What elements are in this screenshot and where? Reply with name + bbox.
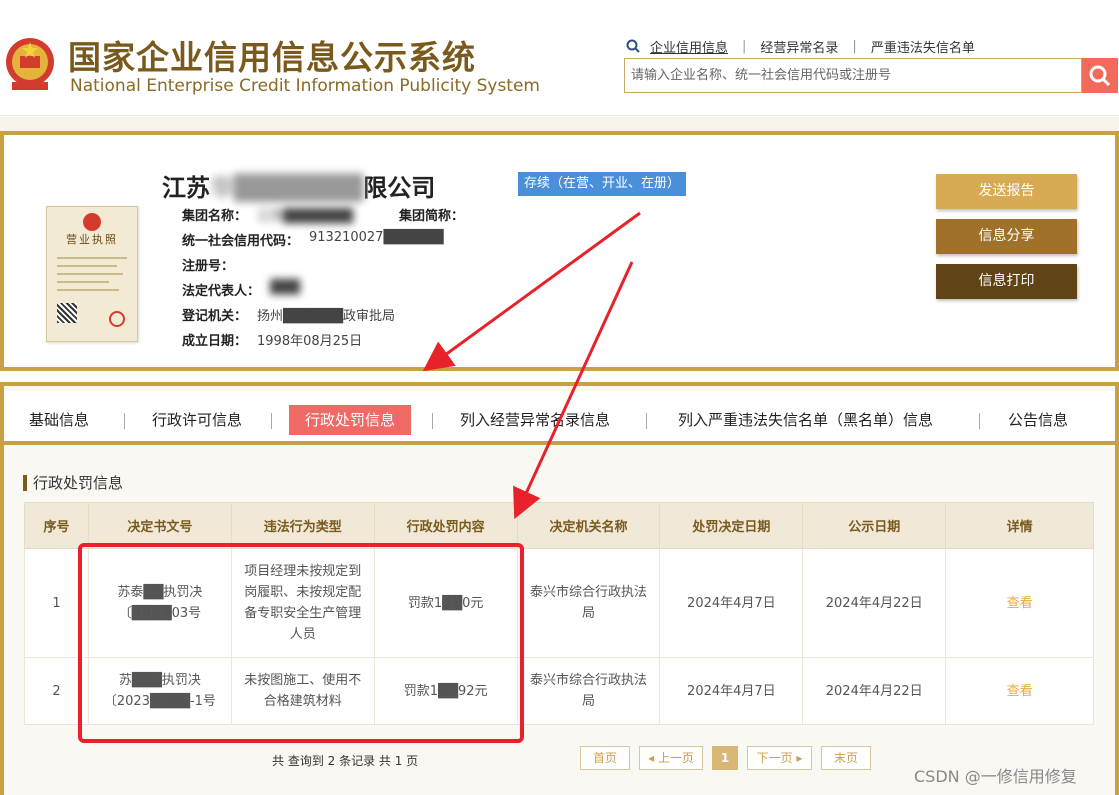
redacted-text: 华███████ xyxy=(210,174,364,202)
tab-abnormal-list[interactable]: 列入经营异常名录信息 xyxy=(460,405,610,435)
col-header: 详情 xyxy=(945,502,1094,549)
print-info-button[interactable]: 信息打印 xyxy=(936,264,1077,299)
cell-decision-date: 2024年4月7日 xyxy=(659,657,804,725)
info-label: 成立日期： xyxy=(182,334,248,349)
search-icon xyxy=(626,39,640,53)
section-spacer xyxy=(0,371,1119,382)
info-label: 集团简称： xyxy=(399,209,465,224)
license-text-line xyxy=(57,265,117,267)
first-page-button[interactable]: 首页 xyxy=(580,746,630,770)
tab-divider xyxy=(432,413,433,429)
system-title: 国家企业信用信息公示系统 xyxy=(68,38,476,77)
annotation-highlight-box xyxy=(78,543,524,743)
prev-page-button[interactable]: ◂ 上一页 xyxy=(639,746,703,770)
status-badge: 存续（在营、开业、在册） xyxy=(518,172,687,196)
cell-publish-date: 2024年4月22日 xyxy=(802,657,947,725)
share-info-button[interactable]: 信息分享 xyxy=(936,219,1077,254)
tab-divider xyxy=(124,413,125,429)
tab-blacklist[interactable]: 列入严重违法失信名单（黑名单）信息 xyxy=(678,405,933,435)
link-divider: | xyxy=(852,38,857,54)
info-label: 法定代表人： xyxy=(182,284,261,299)
cell-publish-date: 2024年4月22日 xyxy=(802,548,947,658)
info-label: 注册号： xyxy=(182,259,235,274)
col-header: 序号 xyxy=(24,502,89,549)
watermark: CSDN @一修信用修复 xyxy=(914,767,1077,786)
license-text-line xyxy=(57,257,127,259)
license-text-line xyxy=(57,281,109,283)
national-emblem-icon xyxy=(6,38,54,90)
tab-divider xyxy=(271,413,272,429)
link-serious-violation-list[interactable]: 严重违法失信名单 xyxy=(871,37,975,56)
col-header: 决定书文号 xyxy=(87,502,232,549)
last-page-button[interactable]: 末页 xyxy=(821,746,871,770)
tab-basic-info[interactable]: 基础信息 xyxy=(29,405,89,435)
col-header: 行政处罚内容 xyxy=(373,502,518,549)
view-detail-link[interactable]: 查看 xyxy=(1007,684,1033,699)
search-icon xyxy=(1089,65,1111,86)
records-summary: 共 查询到 2 条记录 共 1 页 xyxy=(272,754,419,768)
view-detail-link[interactable]: 查看 xyxy=(1007,596,1033,611)
company-card: 营业执照 江苏华███████限公司 存续（在营、开业、在册） 集团名称： 江苏… xyxy=(0,131,1119,371)
tab-announcements[interactable]: 公告信息 xyxy=(1008,405,1068,435)
business-license-image[interactable]: 营业执照 xyxy=(46,206,138,342)
next-page-button[interactable]: 下一页 ▸ xyxy=(747,746,812,770)
link-abnormal-list[interactable]: 经营异常名录 xyxy=(760,37,838,56)
cell-decision-date: 2024年4月7日 xyxy=(659,548,804,658)
cell-detail: 查看 xyxy=(945,548,1094,658)
search-box xyxy=(624,58,1082,93)
info-registration-authority: 登记机关： 扬州██████政审批局 xyxy=(182,305,395,324)
col-header: 处罚决定日期 xyxy=(659,502,804,549)
info-value: 913210027██████ xyxy=(309,230,444,245)
col-header: 公示日期 xyxy=(802,502,947,549)
tab-bar: 基础信息 行政许可信息 行政处罚信息 列入经营异常名录信息 列入严重违法失信名单… xyxy=(4,391,1115,445)
current-page-button[interactable]: 1 xyxy=(712,746,738,770)
info-label: 登记机关： xyxy=(182,309,248,324)
info-value: 扬州██████政审批局 xyxy=(257,309,396,324)
search-input[interactable] xyxy=(625,59,1081,92)
license-title: 营业执照 xyxy=(66,233,118,246)
license-qr-code-icon xyxy=(57,303,77,323)
link-enterprise-credit[interactable]: 企业信用信息 xyxy=(650,37,728,56)
cell-detail: 查看 xyxy=(945,657,1094,725)
info-label: 统一社会信用代码： xyxy=(182,234,300,249)
send-report-button[interactable]: 发送报告 xyxy=(936,174,1077,209)
table-header-row: 序号 决定书文号 违法行为类型 行政处罚内容 决定机关名称 处罚决定日期 公示日… xyxy=(24,502,1094,549)
heading-marker xyxy=(23,474,27,491)
col-header: 违法行为类型 xyxy=(230,502,375,549)
info-value: 江苏███████ xyxy=(257,209,353,224)
tab-divider xyxy=(979,413,980,429)
license-seal-icon xyxy=(109,311,125,327)
tab-divider xyxy=(646,413,647,429)
cell-authority: 泰兴市综合行政执法局 xyxy=(516,548,661,658)
cell-authority: 泰兴市综合行政执法局 xyxy=(516,657,661,725)
site-header: 国家企业信用信息公示系统 National Enterprise Credit … xyxy=(0,0,1119,116)
link-divider: | xyxy=(742,38,747,54)
tab-admin-penalty[interactable]: 行政处罚信息 xyxy=(289,405,412,435)
info-reg-no: 注册号： xyxy=(182,255,244,274)
license-emblem-icon xyxy=(83,213,101,231)
license-text-line xyxy=(57,289,119,291)
section-heading: 行政处罚信息 xyxy=(23,472,123,493)
tab-admin-license[interactable]: 行政许可信息 xyxy=(152,405,242,435)
info-value: ███ xyxy=(270,280,301,295)
col-header: 决定机关名称 xyxy=(516,502,661,549)
info-established-date: 成立日期： 1998年08月25日 xyxy=(182,330,362,349)
info-credit-code: 统一社会信用代码： 913210027██████ xyxy=(182,230,443,249)
search-button[interactable] xyxy=(1082,58,1118,93)
info-label: 集团名称： xyxy=(182,209,248,224)
company-name: 江苏华███████限公司 xyxy=(162,174,436,202)
section-title: 行政处罚信息 xyxy=(33,474,124,492)
system-title-english: National Enterprise Credit Information P… xyxy=(70,76,540,96)
info-value: 1998年08月25日 xyxy=(257,334,363,349)
top-nav-links: 企业信用信息 | 经营异常名录 | 严重违法失信名单 xyxy=(626,37,975,56)
info-legal-rep: 法定代表人： ███ xyxy=(182,280,300,299)
info-group-name: 集团名称： 江苏███████ 集团简称： xyxy=(182,205,474,224)
page: 国家企业信用信息公示系统 National Enterprise Credit … xyxy=(0,0,1119,795)
header-band xyxy=(0,117,1119,131)
license-text-line xyxy=(57,273,123,275)
